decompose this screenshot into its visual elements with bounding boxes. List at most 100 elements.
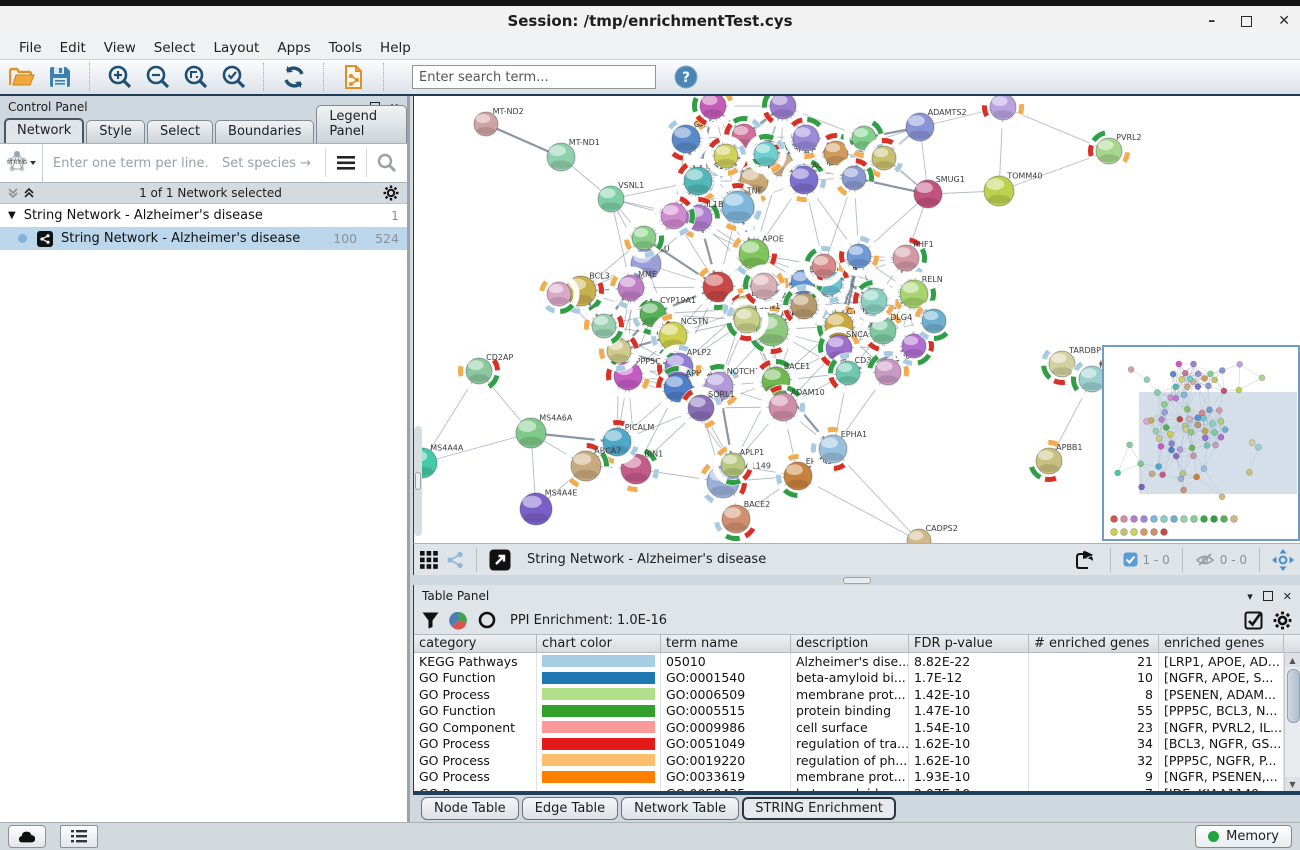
search-input[interactable]: [412, 65, 656, 89]
maximize-button[interactable]: [1241, 16, 1252, 27]
table-row[interactable]: GO ProcessGO:0006509membrane prot...1.42…: [414, 686, 1300, 703]
column-header[interactable]: term name: [661, 635, 791, 652]
network-node[interactable]: ADAMTS2: [906, 108, 967, 141]
network-node[interactable]: [619, 213, 668, 262]
selected-checkbox-icon[interactable]: [1123, 552, 1138, 567]
set-species-link[interactable]: Set species →: [222, 156, 325, 171]
network-node[interactable]: MT-ND2: [474, 107, 524, 136]
birds-eye-view[interactable]: [1102, 345, 1300, 541]
singleton-node[interactable]: [1111, 516, 1118, 523]
menu-edit[interactable]: Edit: [51, 38, 95, 58]
column-header[interactable]: category: [414, 635, 537, 652]
tab-legend-panel[interactable]: Legend Panel: [316, 105, 407, 143]
network-node[interactable]: ABCA7: [557, 437, 621, 495]
menu-help[interactable]: Help: [371, 38, 420, 58]
share-network-icon[interactable]: [446, 551, 464, 569]
menu-apps[interactable]: Apps: [268, 38, 319, 58]
network-node[interactable]: MS4A4E: [520, 488, 577, 525]
menu-tools[interactable]: Tools: [320, 38, 371, 58]
tab-style[interactable]: Style: [86, 120, 145, 143]
string-options-button[interactable]: [326, 144, 366, 182]
menu-layout[interactable]: Layout: [204, 38, 268, 58]
zoom-in-button[interactable]: [104, 62, 136, 92]
network-node[interactable]: APBB1: [1024, 436, 1083, 486]
column-header[interactable]: FDR p-value: [909, 635, 1029, 652]
tab-node-table[interactable]: Node Table: [421, 797, 519, 820]
singleton-node[interactable]: [1181, 516, 1188, 523]
string-search-button[interactable]: [367, 144, 407, 182]
singleton-node[interactable]: [1211, 516, 1218, 523]
save-session-button[interactable]: [44, 62, 76, 92]
panel-float-icon[interactable]: [1263, 591, 1273, 601]
network-node[interactable]: BACE2: [709, 492, 771, 543]
refresh-button[interactable]: [278, 62, 310, 92]
table-panel-divider[interactable]: [413, 575, 1300, 585]
column-header[interactable]: # enriched genes: [1029, 635, 1159, 652]
close-button[interactable]: ✕: [1278, 13, 1290, 29]
network-node[interactable]: [978, 96, 1028, 132]
minimize-button[interactable]: –: [1208, 13, 1215, 29]
singleton-node[interactable]: [1221, 516, 1228, 523]
scroll-up-arrow[interactable]: ▲: [1285, 653, 1300, 667]
table-row[interactable]: GO FunctionGO:0001540beta-amyloid bi...1…: [414, 670, 1300, 687]
eye-slash-icon[interactable]: [1195, 552, 1215, 567]
singleton-node[interactable]: [1141, 516, 1148, 523]
network-node[interactable]: TOMM40: [984, 171, 1042, 206]
open-in-window-icon[interactable]: [489, 549, 511, 571]
network-row-selected[interactable]: String Network - Alzheimer's disease 100…: [0, 227, 407, 250]
singleton-node[interactable]: [1121, 516, 1128, 523]
grid-view-icon[interactable]: [420, 551, 438, 569]
network-node[interactable]: MS4A6A: [516, 413, 573, 448]
automation-status-button[interactable]: [8, 825, 46, 848]
zoom-fit-button[interactable]: [180, 62, 212, 92]
birdseye-viewport[interactable]: [1139, 392, 1297, 494]
tab-network[interactable]: Network: [4, 118, 84, 143]
network-node[interactable]: VSNL1: [598, 181, 644, 212]
singleton-node[interactable]: [1151, 529, 1158, 536]
column-header[interactable]: enriched genes: [1159, 635, 1284, 652]
singleton-node[interactable]: [1131, 529, 1138, 536]
panel-close-icon[interactable]: ✕: [1283, 590, 1292, 603]
network-node[interactable]: CADPS2: [907, 524, 958, 543]
singleton-node[interactable]: [1191, 516, 1198, 523]
title-bar[interactable]: Session: /tmp/enrichmentTest.cys: [0, 6, 1300, 37]
zoom-selected-button[interactable]: [218, 62, 250, 92]
memory-button[interactable]: Memory: [1195, 825, 1292, 848]
singleton-node[interactable]: [1151, 516, 1158, 523]
vertical-scrollbar[interactable]: ▲ ▼: [1284, 653, 1300, 791]
table-row[interactable]: GO ProcessGO:0051049regulation of tra...…: [414, 736, 1300, 753]
network-node[interactable]: MT-ND1: [547, 138, 600, 171]
pie-chart-icon[interactable]: [449, 611, 468, 630]
network-node[interactable]: CD2AP: [453, 345, 513, 397]
network-view[interactable]: MT-ND2MT-ND1VSNL1GAB2ADAMTS2PVRL2TOMM40S…: [413, 96, 1300, 543]
gear-icon[interactable]: [383, 185, 399, 201]
singleton-node[interactable]: [1161, 516, 1168, 523]
tab-boundaries[interactable]: Boundaries: [215, 120, 314, 143]
table-row[interactable]: KEGG Pathways05010Alzheimer's dise...8.8…: [414, 653, 1300, 670]
string-query-input[interactable]: Enter one term per line.: [43, 156, 222, 171]
singleton-node[interactable]: [1121, 529, 1128, 536]
singleton-node[interactable]: [1161, 529, 1168, 536]
panel-menu-icon[interactable]: ▾: [1247, 590, 1253, 603]
menu-view[interactable]: View: [95, 38, 145, 58]
scrollbar-thumb[interactable]: [1287, 669, 1300, 723]
zoom-out-button[interactable]: [142, 62, 174, 92]
filter-icon[interactable]: [422, 612, 439, 629]
tab-select[interactable]: Select: [147, 120, 213, 143]
tab-string-enrichment[interactable]: STRING Enrichment: [742, 797, 896, 820]
table-row[interactable]: GO FunctionGO:0005515protein binding1.47…: [414, 703, 1300, 720]
import-network-button[interactable]: [338, 62, 370, 92]
table-row[interactable]: GO ProcessGO:0019220regulation of ph...1…: [414, 752, 1300, 769]
column-header[interactable]: description: [791, 635, 909, 652]
export-network-icon[interactable]: [1074, 549, 1098, 571]
table-row[interactable]: GO ProcessGO:0050435beta-amyloid m...2.0…: [414, 785, 1300, 791]
singleton-node[interactable]: [1141, 529, 1148, 536]
table-row[interactable]: GO ComponentGO:0009986cell surface1.54E-…: [414, 719, 1300, 736]
scroll-down-arrow[interactable]: ▼: [1285, 777, 1300, 791]
help-button[interactable]: ?: [670, 62, 702, 92]
network-collection-row[interactable]: ▼ String Network - Alzheimer's disease 1: [0, 204, 407, 227]
tab-edge-table[interactable]: Edge Table: [522, 797, 618, 820]
string-protein-query-selector[interactable]: STRING: [0, 144, 43, 182]
network-node[interactable]: SMUG1: [914, 175, 965, 208]
settings-gear-icon[interactable]: [1273, 611, 1292, 630]
